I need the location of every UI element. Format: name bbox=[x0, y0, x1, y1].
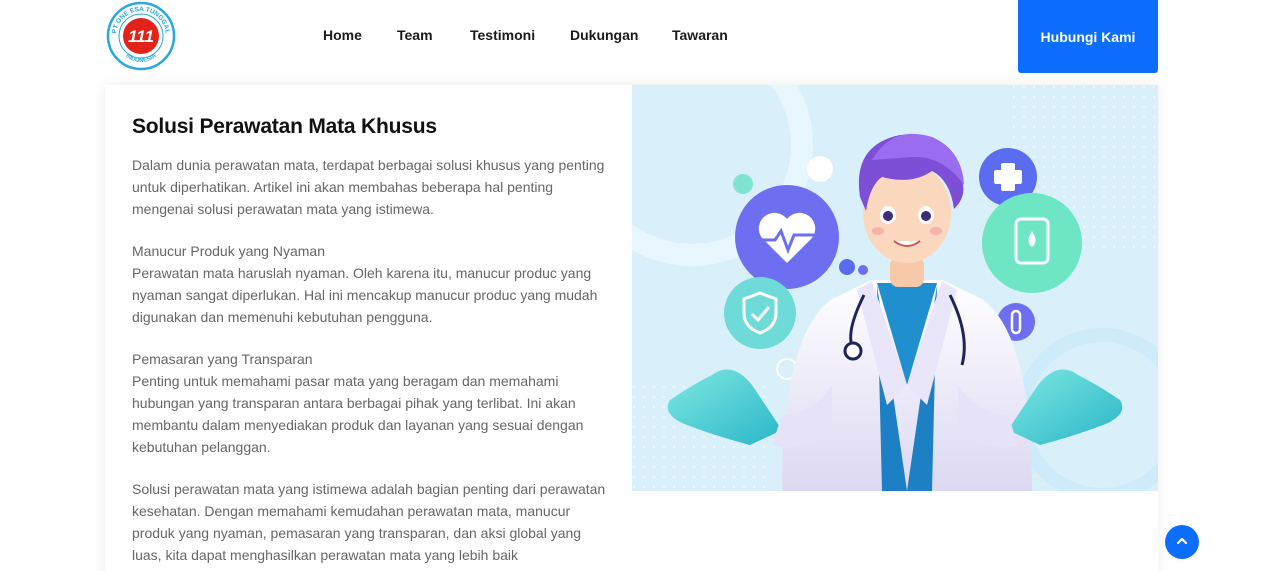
nav-testimoni[interactable]: Testimoni bbox=[470, 27, 535, 43]
contact-us-button[interactable]: Hubungi Kami bbox=[1018, 0, 1158, 73]
site-header: PT ONE ESA TUNGGAL INDONESIA 111 Home Te… bbox=[0, 0, 1263, 84]
chevron-up-icon bbox=[1175, 534, 1189, 551]
section-body-product: Perawatan mata haruslah nyaman. Oleh kar… bbox=[132, 265, 598, 325]
article-card: Solusi Perawatan Mata Khusus Dalam dunia… bbox=[105, 85, 1158, 571]
section-heading-marketing: Pemasaran yang Transparan bbox=[132, 351, 313, 367]
doctor-illustration bbox=[632, 85, 1158, 491]
scroll-to-top-button[interactable] bbox=[1165, 525, 1199, 559]
section-heading-product: Manucur Produk yang Nyaman bbox=[132, 243, 325, 259]
article-intro: Dalam dunia perawatan mata, terdapat ber… bbox=[132, 157, 605, 217]
article-title: Solusi Perawatan Mata Khusus bbox=[132, 115, 437, 138]
article-conclusion: Solusi perawatan mata yang istimewa adal… bbox=[132, 481, 606, 563]
nav-tawaran[interactable]: Tawaran bbox=[672, 27, 728, 43]
nav-home[interactable]: Home bbox=[323, 27, 362, 43]
section-body-marketing: Penting untuk memahami pasar mata yang b… bbox=[132, 373, 584, 455]
nav-dukungan[interactable]: Dukungan bbox=[570, 27, 638, 43]
article-content: Solusi Perawatan Mata Khusus Dalam dunia… bbox=[132, 115, 610, 566]
nav-team[interactable]: Team bbox=[397, 27, 433, 43]
